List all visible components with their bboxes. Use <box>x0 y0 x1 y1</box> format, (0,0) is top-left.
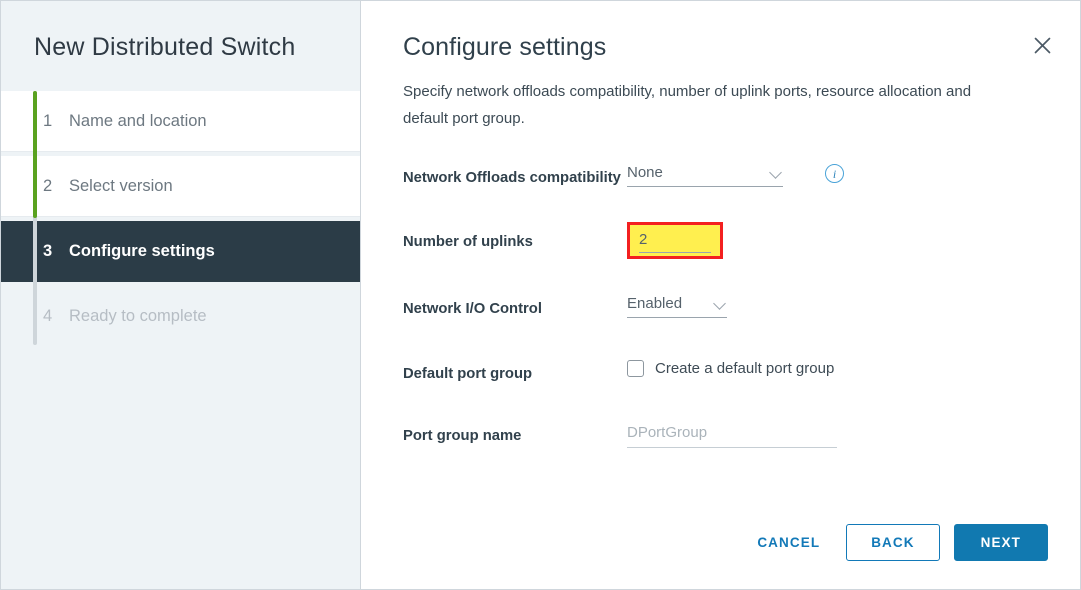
step-number: 1 <box>43 111 53 130</box>
step-number: 3 <box>43 242 53 260</box>
next-button[interactable]: NEXT <box>953 524 1048 561</box>
default-port-group-field: Create a default port group <box>627 358 1040 377</box>
step-label: Select version <box>69 176 173 195</box>
checkbox-label: Create a default port group <box>655 360 835 377</box>
page-title: Configure settings <box>403 33 607 61</box>
form-row-network-io-control: Network I/O Control Enabled <box>403 293 1040 333</box>
form-row-number-of-uplinks: Number of uplinks <box>403 222 1040 266</box>
number-of-uplinks-highlight <box>627 222 723 259</box>
default-port-group-label: Default port group <box>403 366 533 382</box>
new-distributed-switch-wizard: New Distributed Switch 1 Name and locati… <box>0 0 1081 590</box>
checkbox-box-icon <box>627 360 644 377</box>
step-label: Name and location <box>69 111 207 130</box>
sidebar-step-ready-to-complete[interactable]: 4 Ready to complete <box>1 286 360 347</box>
step-number: 4 <box>43 307 53 325</box>
close-icon[interactable] <box>1028 31 1056 59</box>
back-button[interactable]: BACK <box>846 524 940 561</box>
network-io-control-value: Enabled <box>627 295 683 312</box>
number-of-uplinks-field <box>627 222 1040 259</box>
wizard-steps: 1 Name and location 2 Select version 3 C… <box>1 91 360 347</box>
chevron-down-icon <box>770 166 783 179</box>
port-group-name-input[interactable] <box>627 422 837 448</box>
form-row-port-group-name: Port group name <box>403 420 1040 460</box>
create-default-port-group-checkbox[interactable]: Create a default port group <box>627 358 834 377</box>
port-group-name-label: Port group name <box>403 428 522 444</box>
wizard-title: New Distributed Switch <box>34 33 296 61</box>
sidebar-step-configure-settings[interactable]: 3 Configure settings <box>1 221 360 282</box>
progress-rail <box>33 91 37 345</box>
wizard-footer: CANCEL BACK NEXT <box>743 524 1048 561</box>
network-offloads-field: None i <box>627 162 1040 187</box>
network-io-control-select[interactable]: Enabled <box>627 293 727 318</box>
network-offloads-label: Network Offloads compatibility <box>403 170 621 186</box>
progress-rail-fill <box>33 91 37 218</box>
sidebar-step-name-and-location[interactable]: 1 Name and location <box>1 91 360 152</box>
sidebar-step-select-version[interactable]: 2 Select version <box>1 156 360 217</box>
step-label: Configure settings <box>69 242 215 260</box>
wizard-sidebar: New Distributed Switch 1 Name and locati… <box>1 1 361 589</box>
number-of-uplinks-input[interactable] <box>639 231 711 253</box>
configure-settings-form: Network Offloads compatibility None i Nu… <box>403 162 1040 460</box>
number-of-uplinks-label: Number of uplinks <box>403 234 533 250</box>
step-label: Ready to complete <box>69 307 207 325</box>
form-row-default-port-group: Default port group Create a default port… <box>403 358 1040 398</box>
info-icon[interactable]: i <box>825 164 844 183</box>
network-offloads-value: None <box>627 164 663 181</box>
network-offloads-select[interactable]: None <box>627 162 783 187</box>
form-row-network-offloads: Network Offloads compatibility None i <box>403 162 1040 202</box>
cancel-button[interactable]: CANCEL <box>743 525 834 560</box>
step-number: 2 <box>43 176 53 195</box>
port-group-name-field <box>627 420 1040 448</box>
page-description: Specify network offloads compatibility, … <box>403 83 972 127</box>
network-io-control-label: Network I/O Control <box>403 301 542 317</box>
network-io-control-field: Enabled <box>627 293 1040 318</box>
wizard-content: Configure settings Specify network offlo… <box>361 1 1080 589</box>
chevron-down-icon <box>714 297 727 310</box>
